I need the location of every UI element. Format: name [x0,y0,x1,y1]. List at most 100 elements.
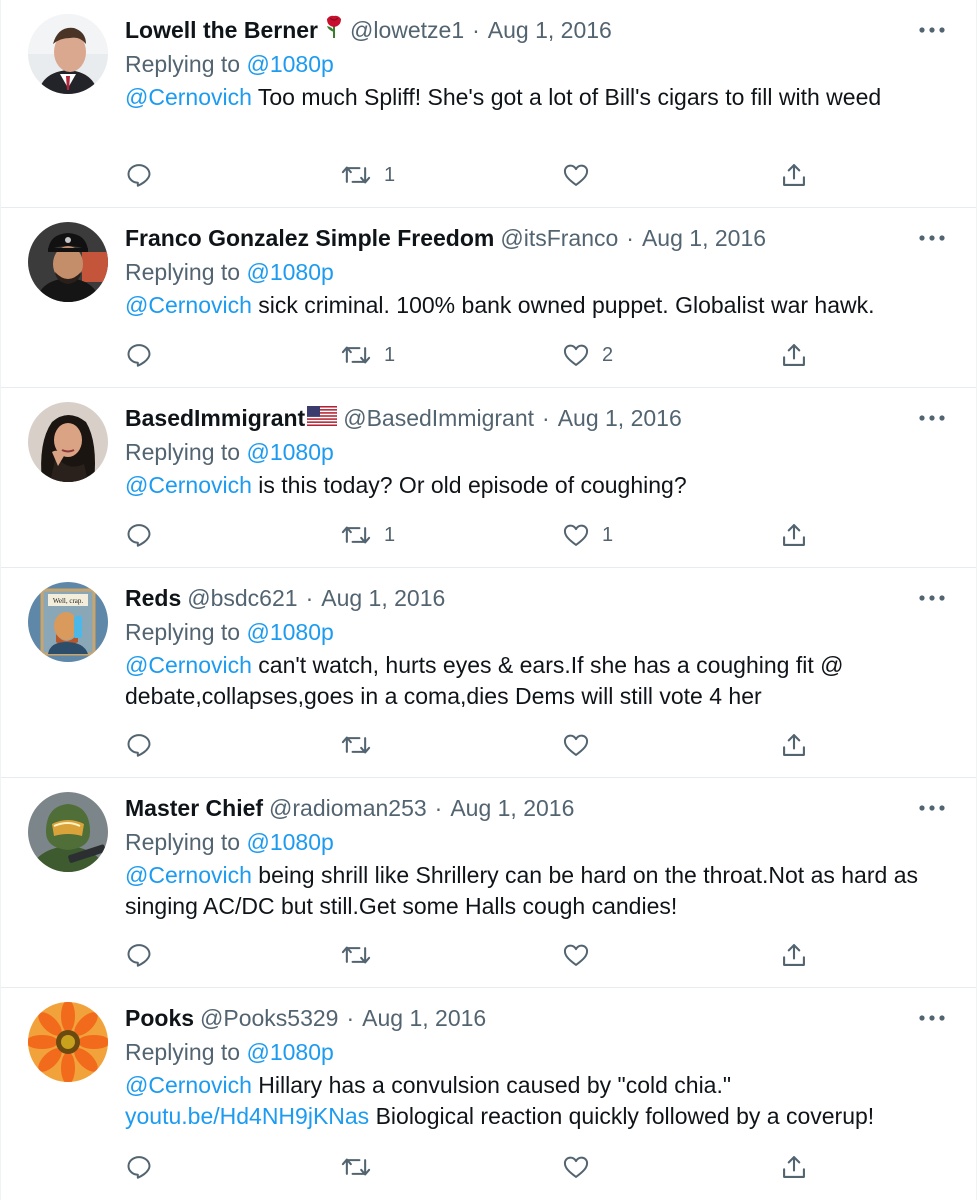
more-icon[interactable] [918,16,946,44]
action-bar: 1 [125,158,825,192]
mention-link[interactable]: @Cernovich [125,84,252,110]
mention-link[interactable]: @Cernovich [125,292,252,318]
like-button[interactable] [562,728,602,762]
replying-handle-link[interactable]: @1080p [246,439,333,465]
share-button[interactable] [780,518,808,552]
like-button[interactable] [562,158,602,192]
timestamp[interactable]: Aug 1, 2016 [642,222,766,254]
avatar[interactable] [28,792,108,872]
separator-dot: · [472,17,480,43]
avatar[interactable] [28,14,108,94]
like-button[interactable]: 1 [562,518,613,552]
reply-button[interactable] [125,728,165,762]
share-button[interactable] [780,728,808,762]
tweet[interactable]: BasedImmigrant @BasedImmigrant · Aug 1, … [1,388,976,568]
mention-link[interactable]: @Cernovich [125,472,252,498]
display-name[interactable]: Pooks [125,1002,194,1034]
handle[interactable]: @lowetze1 [350,14,464,46]
avatar[interactable] [28,1002,108,1082]
handle[interactable]: @bsdc621 [187,582,297,614]
replying-to: Replying to @1080p [125,436,334,468]
share-button[interactable] [780,938,808,972]
handle[interactable]: @Pooks5329 [200,1002,338,1034]
tweet-body: sick criminal. 100% bank owned puppet. G… [258,292,875,318]
share-button[interactable] [780,158,808,192]
retweet-button[interactable] [340,1150,384,1184]
replying-to: Replying to @1080p [125,48,334,80]
video-link[interactable]: youtu.be/Hd4NH9jKNas [125,1103,369,1129]
separator-dot: · [542,405,550,431]
tweet[interactable]: Franco Gonzalez Simple Freedom @itsFranc… [1,208,976,388]
reply-button[interactable] [125,158,165,192]
retweet-button[interactable]: 1 [340,338,395,372]
share-icon [783,164,805,186]
more-icon[interactable] [918,404,946,432]
timestamp[interactable]: Aug 1, 2016 [450,792,574,824]
handle[interactable]: @radioman253 [269,792,427,824]
action-bar [125,938,825,972]
like-button[interactable]: 2 [562,338,613,372]
separator-dot: · [346,1005,355,1031]
tweet-text: @Cernovich being shrill like Shrillery c… [125,860,955,922]
mention-link[interactable]: @Cernovich [125,862,252,888]
replying-handle-link[interactable]: @1080p [246,259,333,285]
tweet[interactable]: Well, crap. Reds @bsdc621 · Aug 1, 2016 … [1,568,976,778]
reply-button[interactable] [125,1150,165,1184]
more-icon[interactable] [918,1004,946,1032]
replying-to: Replying to @1080p [125,1036,334,1068]
tweet[interactable]: Master Chief @radioman253 · Aug 1, 2016 … [1,778,976,988]
reply-button[interactable] [125,518,165,552]
replying-handle-link[interactable]: @1080p [246,51,333,77]
like-icon [563,524,589,546]
reply-button[interactable] [125,938,165,972]
retweet-button[interactable] [340,938,384,972]
retweet-button[interactable] [340,728,384,762]
avatar[interactable]: Well, crap. [28,582,108,662]
tweet[interactable]: Lowell the Berner @lowetze1 · Aug 1, 201… [1,0,976,208]
more-icon[interactable] [918,794,946,822]
display-name[interactable]: BasedImmigrant [125,402,305,434]
retweet-button[interactable]: 1 [340,158,395,192]
more-icon[interactable] [918,224,946,252]
separator-dot: · [305,585,314,611]
rose-icon [324,13,344,47]
display-name[interactable]: Lowell the Berner [125,14,318,46]
tweet-body: Too much Spliff! She's got a lot of Bill… [257,84,882,110]
display-name[interactable]: Master Chief [125,792,263,824]
timestamp[interactable]: Aug 1, 2016 [321,582,445,614]
tweet[interactable]: Pooks @Pooks5329 · Aug 1, 2016 Replying … [1,988,976,1200]
separator-dot: · [434,795,443,821]
timestamp[interactable]: Aug 1, 2016 [558,402,682,434]
mention-link[interactable]: @Cernovich [125,652,252,678]
timestamp[interactable]: Aug 1, 2016 [362,1002,486,1034]
action-bar [125,728,825,762]
share-button[interactable] [780,1150,808,1184]
replying-handle-link[interactable]: @1080p [246,829,333,855]
timestamp[interactable]: Aug 1, 2016 [488,14,612,46]
reply-icon [127,1156,151,1179]
avatar[interactable] [28,222,108,302]
mention-link[interactable]: @Cernovich [125,1072,252,1098]
avatar[interactable] [28,402,108,482]
tweet-text: @Cernovich Hillary has a convulsion caus… [125,1070,955,1132]
tweet-text: @Cernovich is this today? Or old episode… [125,470,955,501]
like-button[interactable] [562,938,602,972]
tweet-body: Hillary has a convulsion caused by "cold… [258,1072,732,1098]
handle[interactable]: @BasedImmigrant [343,402,534,434]
retweet-button[interactable]: 1 [340,518,395,552]
tweet-text: @Cernovich can't watch, hurts eyes & ear… [125,650,955,712]
display-name[interactable]: Franco Gonzalez Simple Freedom [125,222,494,254]
handle[interactable]: @itsFranco [500,222,618,254]
replying-handle-link[interactable]: @1080p [246,619,333,645]
action-bar: 1 2 [125,338,825,372]
retweet-icon [341,1158,371,1176]
reply-button[interactable] [125,338,165,372]
share-button[interactable] [780,338,808,372]
display-name[interactable]: Reds [125,582,181,614]
like-count: 2 [602,343,614,366]
reply-icon [127,734,151,757]
like-button[interactable] [562,1150,602,1184]
replying-handle-link[interactable]: @1080p [246,1039,333,1065]
action-bar: 1 1 [125,518,825,552]
more-icon[interactable] [918,584,946,612]
